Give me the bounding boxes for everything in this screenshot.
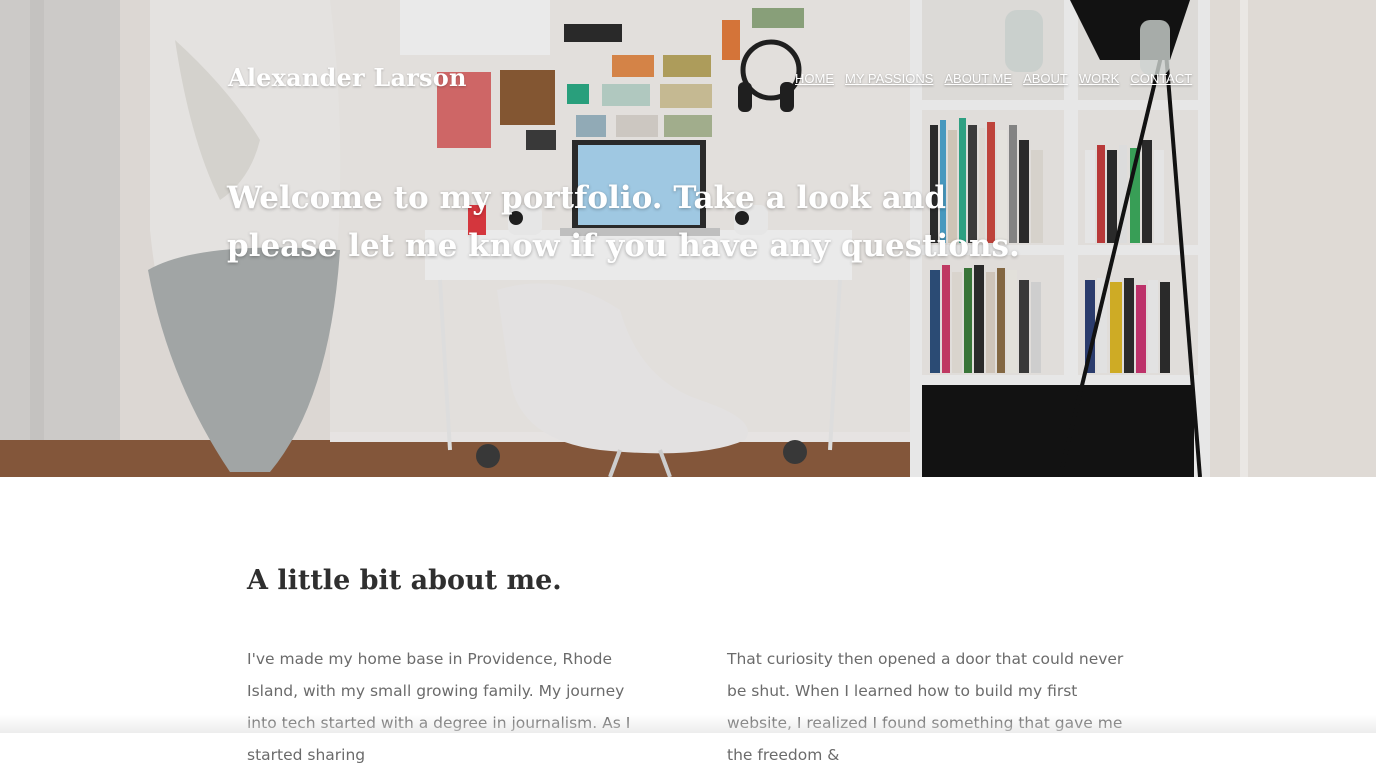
about-heading: A little bit about me. — [247, 565, 562, 596]
nav-contact[interactable]: CONTACT — [1130, 71, 1192, 86]
about-text-left: I've made my home base in Providence, Rh… — [247, 650, 630, 764]
nav-home[interactable]: HOME — [795, 71, 834, 86]
about-text-right: That curiosity then opened a door that c… — [727, 650, 1124, 764]
hero-section: Alexander Larson HOME MY PASSIONS ABOUT … — [0, 0, 1376, 477]
nav-about[interactable]: ABOUT — [1023, 71, 1068, 86]
nav-about-me[interactable]: ABOUT ME — [944, 71, 1012, 86]
main-nav: HOME MY PASSIONS ABOUT ME ABOUT WORK CON… — [795, 71, 1192, 86]
hero-headline: Welcome to my portfolio. Take a look and… — [227, 180, 1020, 264]
bottom-fade — [0, 715, 1376, 733]
nav-work[interactable]: WORK — [1079, 71, 1119, 86]
nav-my-passions[interactable]: MY PASSIONS — [845, 71, 933, 86]
about-section: A little bit about me. I've made my home… — [0, 477, 1376, 764]
site-title[interactable]: Alexander Larson — [228, 63, 467, 92]
